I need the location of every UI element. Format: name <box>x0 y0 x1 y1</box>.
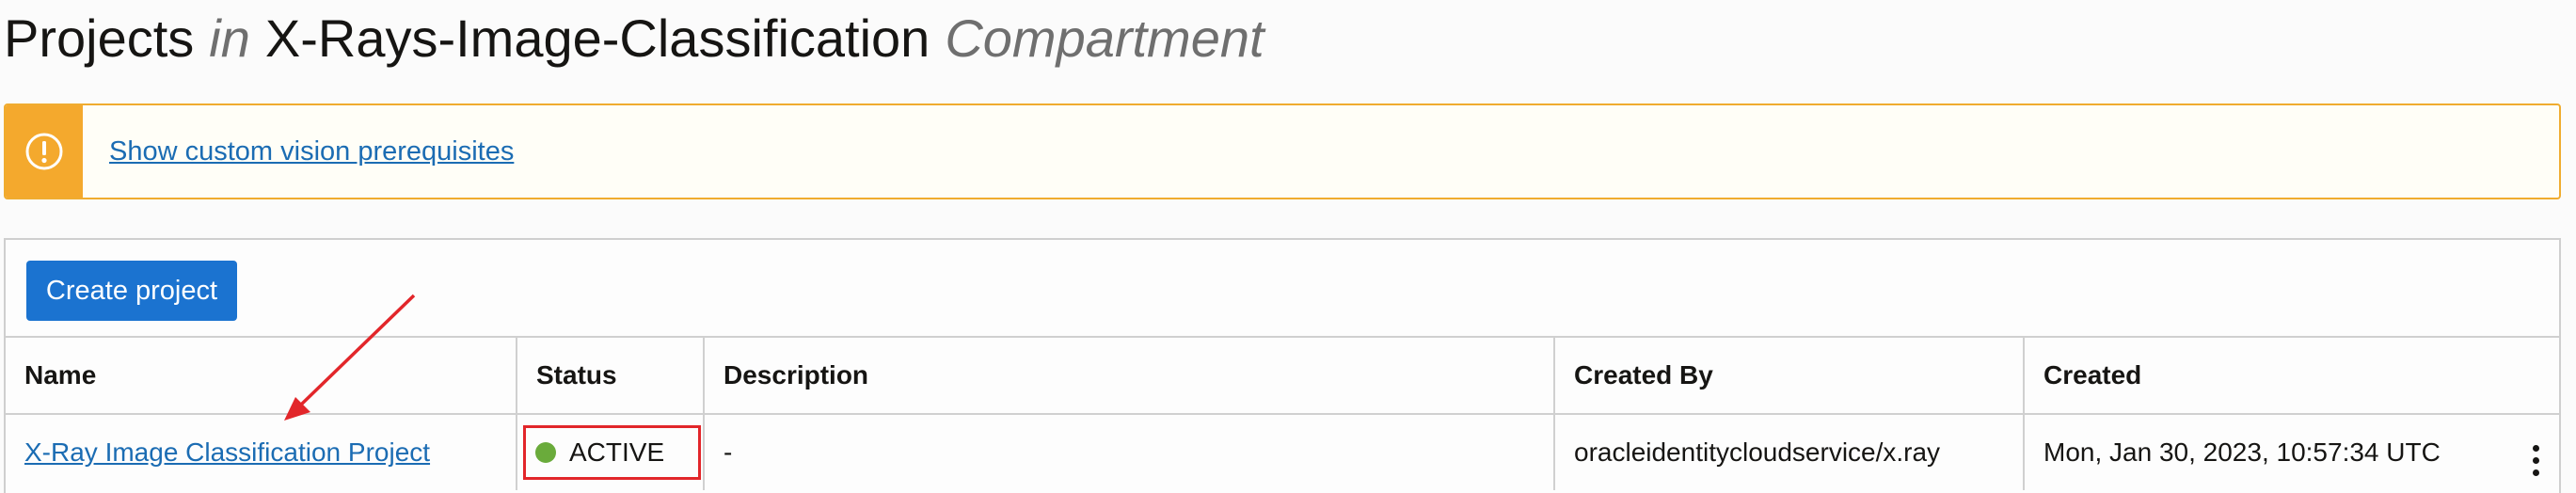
status-badge: ACTIVE <box>523 425 702 480</box>
cell-status: ACTIVE <box>516 413 705 490</box>
table-header-row: Name Status Description Created By Creat… <box>6 336 2559 415</box>
cell-created-by: oracleidentitycloudservice/x.ray <box>1553 413 2025 490</box>
created-timestamp: Mon, Jan 30, 2023, 10:57:34 UTC <box>2043 437 2441 467</box>
notice-icon-area <box>6 105 83 198</box>
status-text: ACTIVE <box>569 437 665 467</box>
cell-description: - <box>703 413 1555 490</box>
page-title-prefix: Projects <box>4 8 195 68</box>
cell-created: Mon, Jan 30, 2023, 10:57:34 UTC <box>2023 413 2559 490</box>
page-title: Projects in X-Rays-Image-Classification … <box>4 2 1264 73</box>
page-title-suffix: Compartment <box>945 8 1264 68</box>
show-prerequisites-link[interactable]: Show custom vision prerequisites <box>109 136 514 167</box>
column-header-description[interactable]: Description <box>703 336 1555 415</box>
column-header-status[interactable]: Status <box>516 336 705 415</box>
page-title-in: in <box>209 8 250 68</box>
project-name-link[interactable]: X-Ray Image Classification Project <box>24 437 430 467</box>
exclamation-circle-icon <box>25 133 63 170</box>
column-header-name[interactable]: Name <box>6 336 517 415</box>
column-header-created[interactable]: Created <box>2023 336 2559 415</box>
column-header-created-by[interactable]: Created By <box>1553 336 2025 415</box>
create-project-button[interactable]: Create project <box>26 261 237 321</box>
prerequisites-notice: Show custom vision prerequisites <box>4 103 2561 199</box>
projects-table: Name Status Description Created By Creat… <box>6 336 2559 490</box>
status-dot-icon <box>535 442 556 463</box>
cell-name: X-Ray Image Classification Project <box>6 413 517 490</box>
compartment-name: X-Rays-Image-Classification <box>264 8 930 68</box>
projects-panel: Create project Name Status Description C… <box>4 238 2561 493</box>
table-row: X-Ray Image Classification Project ACTIV… <box>6 413 2559 490</box>
kebab-menu-icon[interactable] <box>2533 445 2540 476</box>
